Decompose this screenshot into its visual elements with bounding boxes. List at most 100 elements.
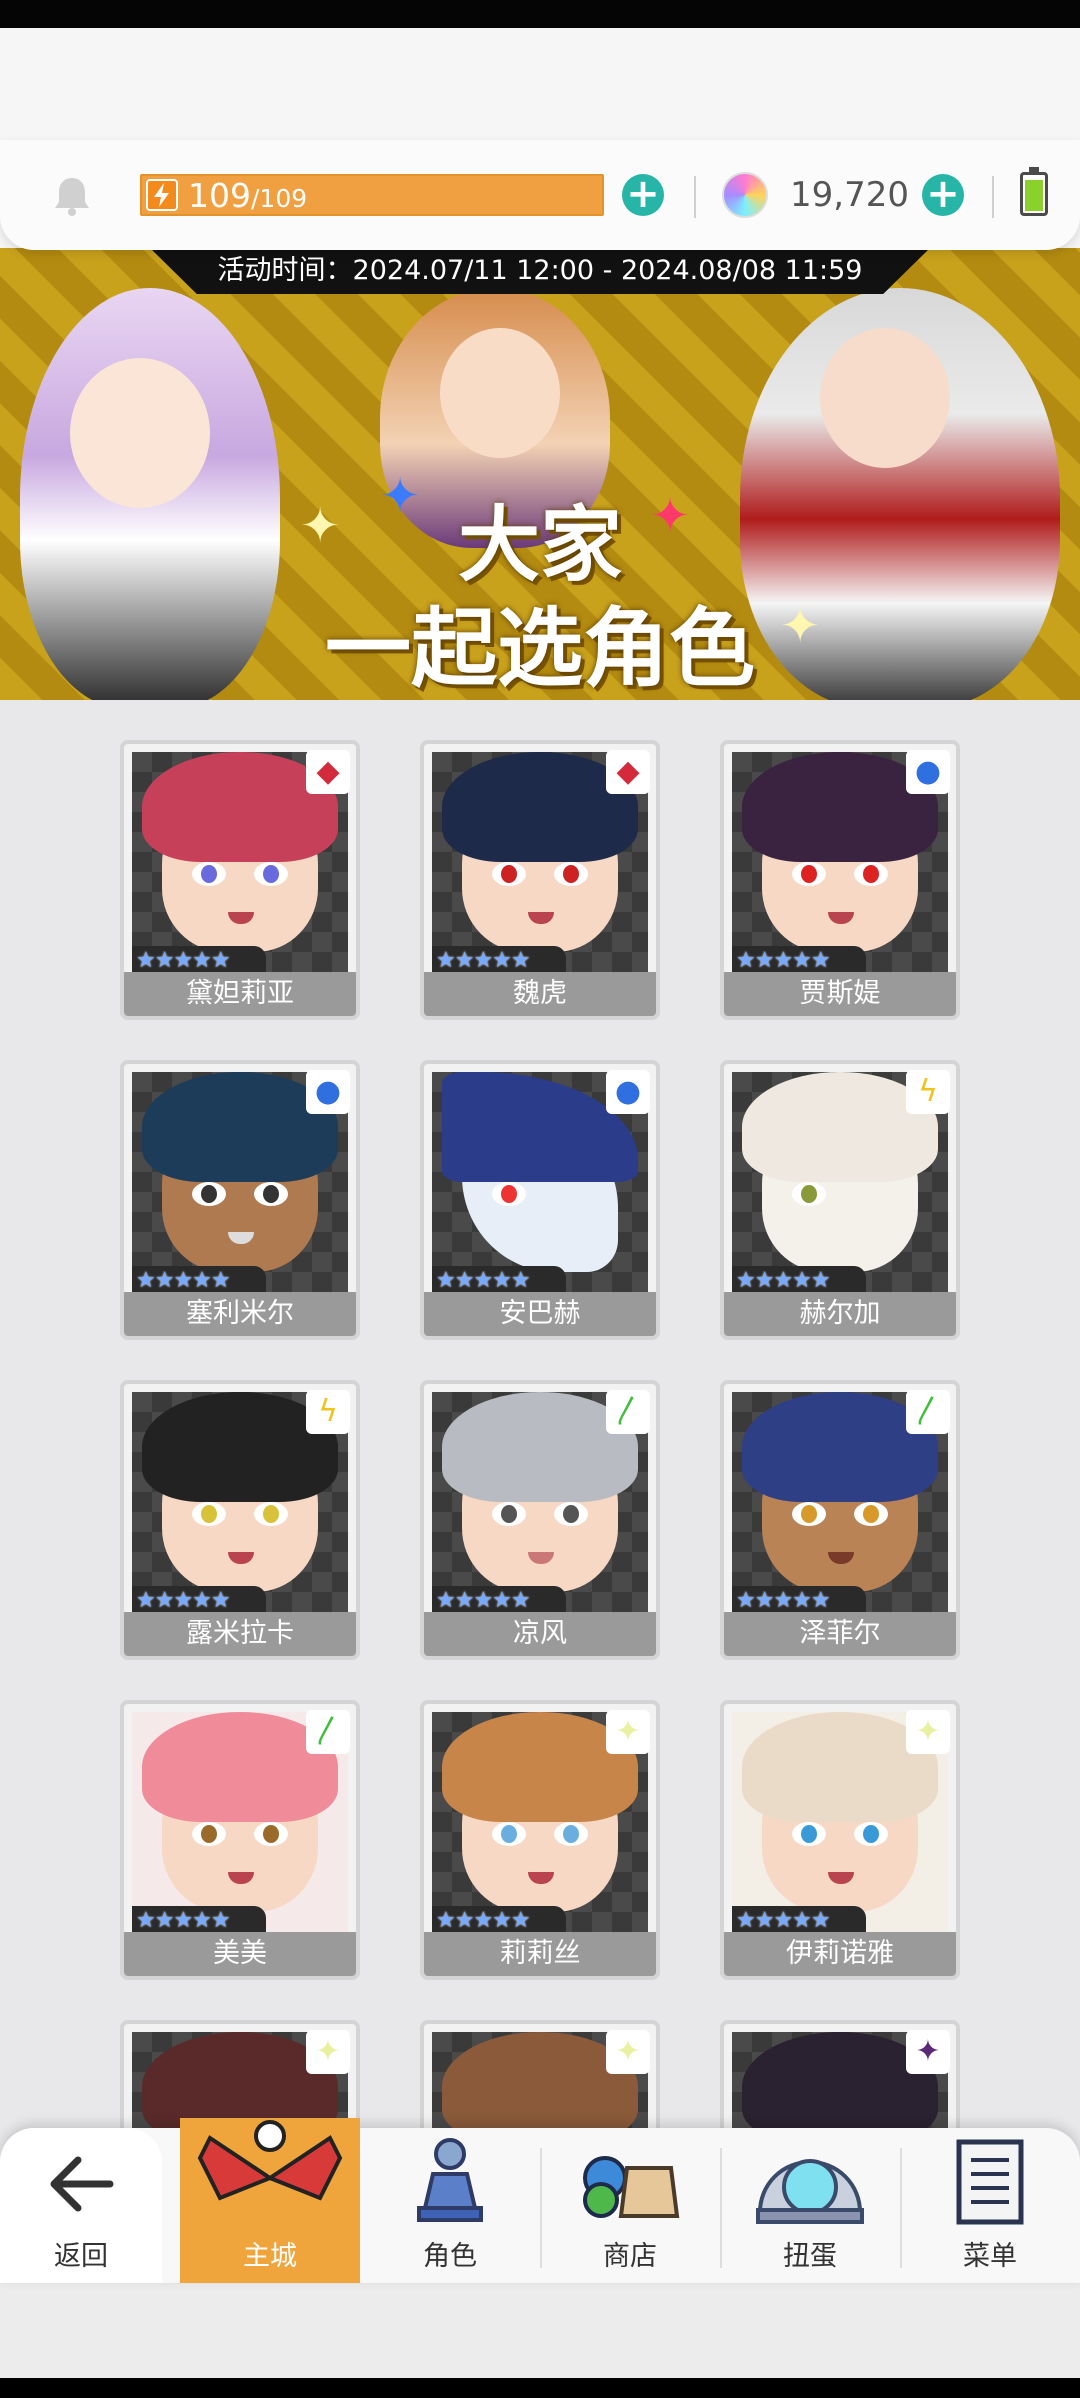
battery-level xyxy=(1025,180,1043,211)
light-element-icon: ✦ xyxy=(906,1710,950,1754)
light-element-icon: ✦ xyxy=(306,2030,350,2074)
eye xyxy=(554,1822,588,1846)
lightning-icon xyxy=(146,179,178,211)
character-card[interactable]: ★★★★★ ● 安巴赫 xyxy=(420,1060,660,1340)
character-card[interactable]: ★★★★★ ● 塞利米尔 xyxy=(120,1060,360,1340)
eye xyxy=(492,1822,526,1846)
character-card[interactable]: ★★★★★ ◆ 黛妲莉亚 xyxy=(120,740,360,1020)
eye xyxy=(792,1502,826,1526)
character-name: 露米拉卡 xyxy=(124,1612,356,1656)
eye xyxy=(254,1182,288,1206)
nav-shop[interactable]: 商店 xyxy=(540,2128,720,2283)
dark-element-icon: ✦ xyxy=(906,2030,950,2074)
lightning-element-icon: ϟ xyxy=(306,1390,350,1434)
eye xyxy=(192,1182,226,1206)
home-indicator-bar xyxy=(0,2378,1080,2398)
event-banner[interactable]: 活动时间：2024.07/11 12:00 - 2024.08/08 11:59… xyxy=(0,248,1080,700)
bell-icon[interactable] xyxy=(50,174,94,218)
character-card[interactable]: ★★★★★ ϟ 露米拉卡 xyxy=(120,1380,360,1660)
banner-character-middle-face xyxy=(440,328,560,458)
character-card[interactable]: ★★★★★ ● 贾斯媞 xyxy=(720,740,960,1020)
eye xyxy=(492,862,526,886)
eye xyxy=(192,1502,226,1526)
water-element-icon: ● xyxy=(306,1070,350,1114)
character-name: 凉风 xyxy=(424,1612,656,1656)
gem-count: 19,720 xyxy=(790,175,909,215)
eye xyxy=(792,1822,826,1846)
character-name: 塞利米尔 xyxy=(124,1292,356,1336)
castle-wings-icon xyxy=(197,2120,343,2201)
screen: 109/109 + 19,720 + 活动时间：2024.07/11 12:00… xyxy=(0,0,1080,2398)
gacha-capsule-icon xyxy=(756,2159,864,2224)
character-figure-icon xyxy=(417,2138,483,2222)
character-name: 魏虎 xyxy=(424,972,656,1016)
eye xyxy=(854,1822,888,1846)
fire-element-icon: ◆ xyxy=(306,750,350,794)
eye xyxy=(492,1502,526,1526)
energy-current: 109 xyxy=(188,176,251,215)
eye xyxy=(854,1502,888,1526)
bottom-spacer xyxy=(0,2283,1080,2378)
nav-label: 商店 xyxy=(603,2241,657,2272)
lightning-element-icon: ϟ xyxy=(906,1070,950,1114)
status-bar xyxy=(0,0,1080,28)
add-energy-button[interactable]: + xyxy=(622,174,664,216)
back-arrow-icon xyxy=(50,2156,114,2212)
nav-label: 菜单 xyxy=(963,2241,1017,2272)
character-card[interactable]: ★★★★★ 〳 泽菲尔 xyxy=(720,1380,960,1660)
nav-label: 主城 xyxy=(243,2241,297,2272)
divider xyxy=(992,176,994,218)
light-element-icon: ✦ xyxy=(606,2030,650,2074)
eye xyxy=(192,862,226,886)
character-card[interactable]: ★★★★★ ◆ 魏虎 xyxy=(420,740,660,1020)
banner-title-line2: 一起选角色 xyxy=(325,599,755,699)
eye xyxy=(254,862,288,886)
eye xyxy=(792,862,826,886)
divider xyxy=(694,176,696,218)
nav-menu[interactable]: 菜单 xyxy=(900,2128,1080,2283)
nav-characters[interactable]: 角色 xyxy=(360,2128,540,2283)
energy-max: /109 xyxy=(251,184,308,213)
add-gems-button[interactable]: + xyxy=(922,174,964,216)
character-card[interactable]: ★★★★★ ✦ 莉莉丝 xyxy=(420,1700,660,1980)
character-name: 安巴赫 xyxy=(424,1292,656,1336)
eye xyxy=(554,862,588,886)
water-element-icon: ● xyxy=(906,750,950,794)
nav-back[interactable]: 返回 xyxy=(0,2128,162,2283)
character-name: 赫尔加 xyxy=(724,1292,956,1336)
nav-label: 返回 xyxy=(54,2241,108,2272)
nav-label: 角色 xyxy=(423,2241,477,2272)
eye xyxy=(254,1502,288,1526)
character-name: 黛妲莉亚 xyxy=(124,972,356,1016)
eye xyxy=(492,1182,526,1206)
character-card[interactable]: ★★★★★ ϟ 赫尔加 xyxy=(720,1060,960,1340)
energy-text: 109/109 xyxy=(188,178,307,217)
wind-element-icon: 〳 xyxy=(306,1710,350,1754)
eye xyxy=(792,1182,826,1206)
character-card[interactable]: ★★★★★ 〳 美美 xyxy=(120,1700,360,1980)
character-name: 伊莉诺雅 xyxy=(724,1932,956,1976)
activity-time: 活动时间：2024.07/11 12:00 - 2024.08/08 11:59 xyxy=(150,248,930,294)
bottom-navigation: 返回 主城 角色 商店 扭蛋 菜单 xyxy=(0,2118,1080,2283)
light-element-icon: ✦ xyxy=(606,1710,650,1754)
nav-gacha[interactable]: 扭蛋 xyxy=(720,2128,900,2283)
resource-bar: 109/109 + 19,720 + xyxy=(0,140,1080,250)
character-name: 泽菲尔 xyxy=(724,1612,956,1656)
character-card[interactable]: ★★★★★ ✦ 伊莉诺雅 xyxy=(720,1700,960,1980)
character-name: 莉莉丝 xyxy=(424,1932,656,1976)
eye xyxy=(254,1822,288,1846)
character-card[interactable]: ★★★★★ 〳 凉风 xyxy=(420,1380,660,1660)
gem-icon xyxy=(722,172,768,218)
wind-element-icon: 〳 xyxy=(906,1390,950,1434)
eye xyxy=(854,862,888,886)
character-name: 美美 xyxy=(124,1932,356,1976)
banner-character-right-face xyxy=(820,328,950,468)
nav-home[interactable]: 主城 xyxy=(180,2118,360,2283)
energy-bar: 109/109 xyxy=(140,174,604,216)
character-name: 贾斯媞 xyxy=(724,972,956,1016)
nav-label: 扭蛋 xyxy=(783,2241,837,2272)
eye xyxy=(554,1502,588,1526)
shop-bag-icon xyxy=(583,2156,680,2218)
fire-element-icon: ◆ xyxy=(606,750,650,794)
battery-icon xyxy=(1020,167,1048,216)
